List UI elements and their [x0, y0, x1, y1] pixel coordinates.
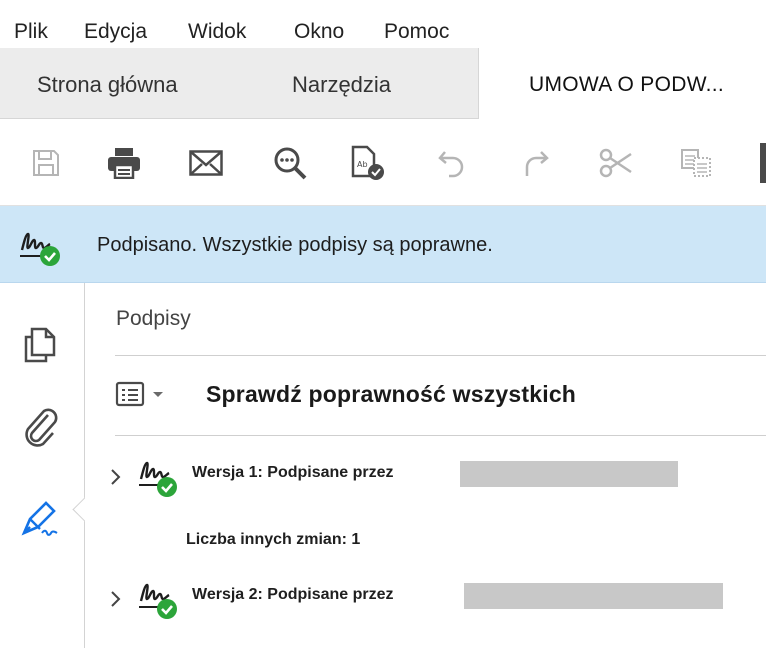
signature-valid-icon — [18, 224, 68, 268]
options-menu-icon[interactable] — [115, 379, 163, 411]
copy-icon[interactable] — [676, 143, 716, 183]
banner-message: Podpisano. Wszystkie podpisy są poprawne… — [97, 234, 493, 256]
signature-valid-icon — [137, 455, 187, 504]
menu-edycja[interactable]: Edycja — [84, 20, 147, 44]
other-changes-label: Liczba innych zmian: 1 — [186, 531, 361, 548]
signature-valid-icon — [137, 577, 187, 626]
svg-text:Ab: Ab — [357, 160, 368, 169]
cut-icon[interactable] — [596, 143, 636, 183]
menu-plik[interactable]: Plik — [14, 20, 48, 44]
page-thumbnails-icon[interactable] — [18, 323, 62, 367]
signature-banner: Podpisano. Wszystkie podpisy są poprawne… — [0, 206, 766, 283]
menu-okno[interactable]: Okno — [294, 20, 344, 44]
signature-row-1[interactable]: Wersja 1: Podpisane przez — [107, 453, 757, 497]
signature-label-1: Wersja 1: Podpisane przez — [192, 464, 394, 481]
redacted-signer-1 — [460, 461, 678, 487]
redo-icon[interactable] — [516, 143, 556, 183]
toolbar-overflow — [760, 143, 766, 183]
chevron-right-icon[interactable] — [109, 467, 123, 492]
chevron-right-icon[interactable] — [109, 589, 123, 614]
panel-divider-2 — [115, 435, 766, 436]
find-icon[interactable] — [270, 143, 310, 183]
tab-document[interactable]: UMOWA O PODW... — [478, 48, 766, 119]
save-icon[interactable] — [26, 143, 66, 183]
redacted-signer-2 — [464, 583, 723, 609]
menu-bar: Plik Edycja Widok Okno Pomoc — [0, 0, 766, 44]
signatures-panel: Podpisy Sprawdź poprawność wszystkich We… — [85, 283, 766, 648]
tab-bar: Strona główna Narzędzia UMOWA O PODW... — [0, 48, 766, 119]
panel-divider — [115, 355, 766, 356]
panel-title: Podpisy — [116, 307, 191, 330]
navigation-rail — [0, 283, 97, 648]
menu-widok[interactable]: Widok — [188, 20, 246, 44]
toolbar: Ab — [0, 119, 766, 206]
tab-tools[interactable]: Narzędzia — [292, 48, 391, 118]
attachments-icon[interactable] — [18, 405, 62, 449]
undo-icon[interactable] — [432, 143, 472, 183]
menu-pomoc[interactable]: Pomoc — [384, 20, 449, 44]
tab-home[interactable]: Strona główna — [37, 48, 178, 118]
print-icon[interactable] — [104, 143, 144, 183]
validate-all-button[interactable]: Sprawdź poprawność wszystkich — [206, 381, 576, 408]
signature-row-2[interactable]: Wersja 2: Podpisane przez — [107, 575, 757, 619]
email-icon[interactable] — [186, 143, 226, 183]
signatures-icon[interactable] — [18, 497, 62, 541]
edit-pdf-icon[interactable]: Ab — [348, 143, 388, 183]
validate-all-row: Sprawdź poprawność wszystkich — [115, 375, 755, 419]
signature-label-2: Wersja 2: Podpisane przez — [192, 586, 394, 603]
